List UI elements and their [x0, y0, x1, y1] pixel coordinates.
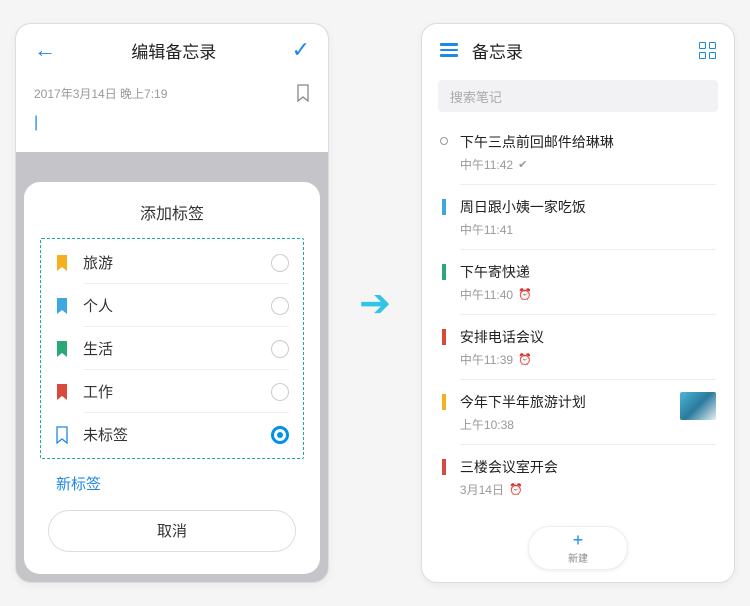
plus-icon: + [573, 531, 584, 549]
memo-title: 下午三点前回邮件给琳琳 [460, 132, 716, 152]
new-tag-button[interactable]: 新标签 [40, 459, 304, 500]
memo-marker [442, 264, 446, 280]
bookmark-icon [55, 426, 69, 444]
memo-item[interactable]: 安排电话会议中午11:39 ⏰ [440, 315, 716, 380]
memo-content: 今年下半年旅游计划上午10:38 [460, 392, 672, 433]
memo-list: 下午三点前回邮件给琳琳中午11:42 ✔ 周日跟小姨一家吃饭中午11:41 下午寄快递… [422, 120, 734, 510]
memo-title: 今年下半年旅游计划 [460, 392, 672, 412]
memo-meta: 上午10:38 [460, 416, 672, 433]
memo-marker [440, 137, 448, 145]
memo-title: 周日跟小姨一家吃饭 [460, 197, 716, 217]
memo-meta: 中午11:42 ✔ [460, 156, 716, 173]
memo-title: 安排电话会议 [460, 327, 716, 347]
tag-sheet: 添加标签 旅游个人生活工作未标签 新标签 取消 [24, 182, 320, 574]
page-title: 备忘录 [472, 38, 685, 63]
memo-title: 下午寄快递 [460, 262, 716, 282]
header: 备忘录 [422, 24, 734, 76]
memo-time: 中午11:40 [460, 286, 513, 303]
cancel-button[interactable]: 取消 [48, 510, 296, 552]
check-icon: ✔ [518, 158, 527, 171]
bookmark-icon[interactable] [296, 84, 310, 102]
memo-marker [442, 394, 446, 410]
memo-thumbnail [680, 392, 716, 420]
tag-label: 旅游 [83, 252, 271, 273]
tag-label: 工作 [83, 381, 271, 402]
bookmark-icon [55, 383, 69, 401]
memo-meta: 中午11:41 [460, 221, 716, 238]
memo-item[interactable]: 周日跟小姨一家吃饭中午11:41 [440, 185, 716, 250]
arrow-icon: ➔ [359, 281, 391, 326]
memo-content: 下午寄快递中午11:40 ⏰ [460, 262, 716, 303]
memo-time: 中午11:42 [460, 156, 513, 173]
sheet-title: 添加标签 [40, 200, 304, 224]
page-title: 编辑备忘录 [131, 38, 216, 63]
memo-item[interactable]: 今年下半年旅游计划上午10:38 [440, 380, 716, 445]
memo-meta: 中午11:40 ⏰ [460, 286, 716, 303]
memo-marker [442, 459, 446, 475]
tag-item[interactable]: 旅游 [41, 241, 303, 284]
radio-icon[interactable] [271, 254, 289, 272]
tag-label: 未标签 [83, 424, 271, 445]
tag-label: 生活 [83, 338, 271, 359]
radio-icon[interactable] [271, 426, 289, 444]
memo-content: 安排电话会议中午11:39 ⏰ [460, 327, 716, 368]
memo-title: 三楼会议室开会 [460, 457, 716, 477]
clock-icon: ⏰ [518, 288, 532, 301]
grid-view-icon[interactable] [699, 42, 716, 59]
fab-label: 新建 [568, 550, 588, 565]
memo-meta: 3月14日 ⏰ [460, 481, 716, 498]
radio-icon[interactable] [271, 383, 289, 401]
search-input[interactable]: 搜索笔记 [438, 80, 718, 112]
memo-item[interactable]: 下午三点前回邮件给琳琳中午11:42 ✔ [440, 120, 716, 185]
add-memo-button[interactable]: + 新建 [528, 526, 628, 570]
bookmark-icon [55, 254, 69, 272]
tag-item[interactable]: 个人 [41, 284, 303, 327]
clock-icon: ⏰ [509, 483, 523, 496]
bookmark-icon [55, 340, 69, 358]
memo-content: 三楼会议室开会 3月14日 ⏰ [460, 457, 716, 498]
memo-marker [442, 199, 446, 215]
search-placeholder: 搜索笔记 [450, 87, 502, 106]
tag-item[interactable]: 生活 [41, 327, 303, 370]
back-icon[interactable]: ← [34, 37, 56, 63]
tag-list: 旅游个人生活工作未标签 [40, 238, 304, 459]
tag-item[interactable]: 工作 [41, 370, 303, 413]
tag-label: 个人 [83, 295, 271, 316]
editor-cursor[interactable]: | [16, 110, 328, 152]
menu-icon[interactable] [440, 43, 458, 57]
confirm-icon[interactable]: ✓ [292, 37, 310, 63]
memo-meta: 中午11:39 ⏰ [460, 351, 716, 368]
edit-memo-screen: ← 编辑备忘录 ✓ 2017年3月14日 晚上7:19 | 添加标签 旅游个人生… [15, 23, 329, 583]
memo-time: 中午11:39 [460, 351, 513, 368]
memo-list-screen: 备忘录 搜索笔记 下午三点前回邮件给琳琳中午11:42 ✔ 周日跟小姨一家吃饭中午1… [421, 23, 735, 583]
memo-content: 下午三点前回邮件给琳琳中午11:42 ✔ [460, 132, 716, 173]
memo-time: 中午11:41 [460, 221, 513, 238]
memo-item[interactable]: 下午寄快递中午11:40 ⏰ [440, 250, 716, 315]
memo-time: 3月14日 [460, 481, 504, 498]
timestamp: 2017年3月14日 晚上7:19 [34, 85, 167, 102]
memo-content: 周日跟小姨一家吃饭中午11:41 [460, 197, 716, 238]
header: ← 编辑备忘录 ✓ [16, 24, 328, 76]
tag-item[interactable]: 未标签 [41, 413, 303, 456]
memo-time: 上午10:38 [460, 416, 514, 433]
clock-icon: ⏰ [518, 353, 532, 366]
radio-icon[interactable] [271, 340, 289, 358]
memo-marker [442, 329, 446, 345]
radio-icon[interactable] [271, 297, 289, 315]
timestamp-bar: 2017年3月14日 晚上7:19 [16, 76, 328, 110]
bookmark-icon [55, 297, 69, 315]
memo-item[interactable]: 三楼会议室开会 3月14日 ⏰ [440, 445, 716, 510]
